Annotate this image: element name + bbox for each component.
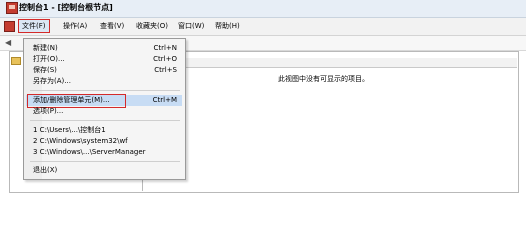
shortcut-add-remove-snapin: Ctrl+M [152, 96, 177, 104]
menu-window[interactable]: 窗口(W) [175, 20, 207, 32]
menu-item-open[interactable]: 打开(O)... [33, 54, 65, 65]
menu-item-add-remove-snapin[interactable]: 添加/删除管理单元(M)... [33, 95, 110, 106]
menu-separator [30, 90, 180, 91]
menu-item-recent-2[interactable]: 2 C:\Windows\system32\wf [33, 136, 128, 147]
menu-item-save[interactable]: 保存(S) [33, 65, 57, 76]
menu-view[interactable]: 查看(V) [97, 20, 127, 32]
menu-file[interactable]: 文件(F) [18, 19, 50, 33]
menu-item-recent-1[interactable]: 1 C:\Users\...\控制台1 [33, 125, 106, 136]
menu-separator [30, 161, 180, 162]
menu-bar: 文件(F) 操作(A) 查看(V) 收藏夹(O) 窗口(W) 帮助(H) [0, 18, 526, 36]
menu-separator [30, 120, 180, 121]
title-bar: 控制台1 - [控制台根节点] [0, 0, 526, 18]
shortcut-open: Ctrl+O [153, 55, 177, 63]
shortcut-save: Ctrl+S [154, 66, 177, 74]
menu-action[interactable]: 操作(A) [60, 20, 90, 32]
folder-icon[interactable] [11, 57, 21, 65]
menu-item-new[interactable]: 新建(N) [33, 43, 58, 54]
menu-favorites[interactable]: 收藏夹(O) [133, 20, 171, 32]
menu-item-exit[interactable]: 退出(X) [33, 165, 57, 176]
back-arrow-icon[interactable]: ◀ [5, 38, 14, 47]
window-title: 控制台1 - [控制台根节点] [19, 3, 113, 12]
results-header [143, 58, 517, 68]
shortcut-new: Ctrl+N [153, 44, 177, 52]
menu-item-options[interactable]: 选项(P)... [33, 106, 63, 117]
mmc-app-icon [6, 2, 18, 14]
menu-item-save-as[interactable]: 另存为(A)... [33, 76, 71, 87]
menu-help[interactable]: 帮助(H) [212, 20, 243, 32]
file-dropdown-menu: 新建(N) Ctrl+N 打开(O)... Ctrl+O 保存(S) Ctrl+… [23, 38, 186, 180]
menu-item-recent-3[interactable]: 3 C:\Windows\...\ServerManager [33, 147, 146, 158]
console-icon[interactable] [4, 21, 15, 32]
empty-view-message: 此视图中没有可显示的项目。 [278, 75, 369, 83]
